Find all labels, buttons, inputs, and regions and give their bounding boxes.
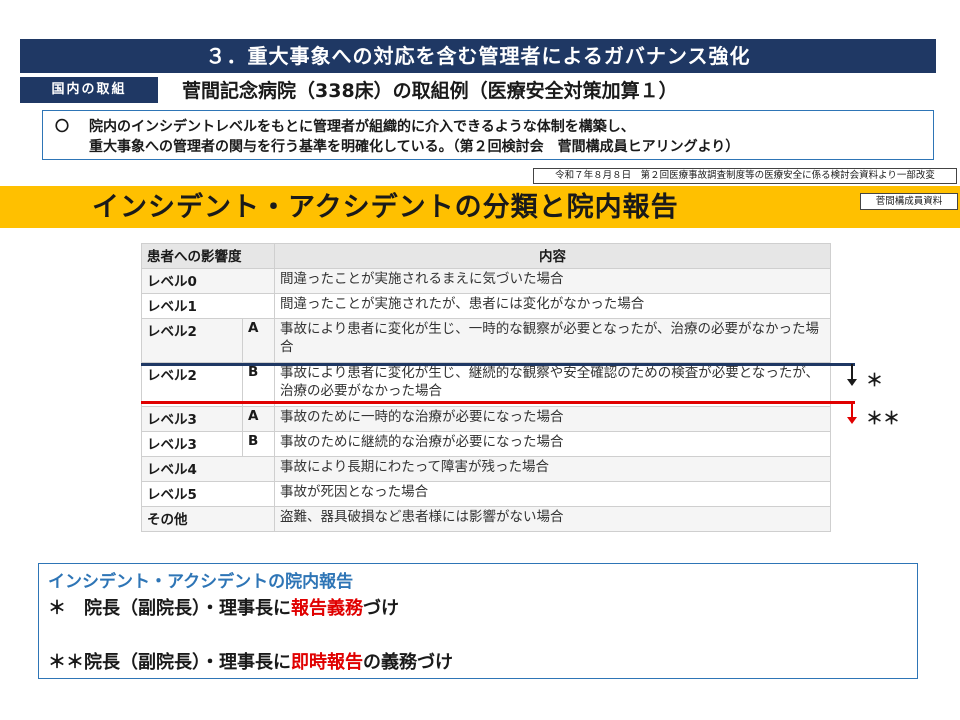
report-line-2-prefix: ＊＊院長（副院長）・理事長に xyxy=(48,652,291,673)
level-cell: レベル2 xyxy=(141,362,243,407)
band-title: インシデント・アクシデントの分類と院内報告 xyxy=(92,192,679,223)
example-heading: 菅間記念病院（338床）の取組例（医療安全対策加算１） xyxy=(182,80,678,102)
summary-bullet: 〇 xyxy=(55,119,69,135)
report-line-1-emphasis: 報告義務 xyxy=(291,598,363,619)
sublevel-cell: A xyxy=(242,406,275,432)
content-cell: 事故により患者に変化が生じ、継続的な観察や安全確認のための検査が必要となったが、… xyxy=(274,362,831,407)
content-cell: 間違ったことが実施されたが、患者には変化がなかった場合 xyxy=(274,293,831,319)
report-line-1: ＊ 院長（副院長）・理事長に報告義務づけ xyxy=(48,594,399,620)
content-cell: 盗難、器具破損など患者様には影響がない場合 xyxy=(274,506,831,532)
table-row: レベル0 間違ったことが実施されるまえに気づいた場合 xyxy=(141,268,831,294)
report-line-2-emphasis: 即時報告 xyxy=(291,652,363,673)
content-cell: 事故により長期にわたって障害が残った場合 xyxy=(274,456,831,482)
section-title-bar: ３．重大事象への対応を含む管理者によるガバナンス強化 xyxy=(20,39,936,73)
summary-line-1: 院内のインシデントレベルをもとに管理者が組織的に介入できるような体制を構築し、 xyxy=(89,119,635,135)
header-content: 内容 xyxy=(274,243,831,269)
content-cell: 事故のために一時的な治療が必要になった場合 xyxy=(274,406,831,432)
table-row: レベル5 事故が死因となった場合 xyxy=(141,481,831,507)
table-row: レベル2 B 事故により患者に変化が生じ、継続的な観察や安全確認のための検査が必… xyxy=(141,362,831,407)
section-title: ３．重大事象への対応を含む管理者によるガバナンス強化 xyxy=(205,44,751,68)
summary-box: 〇 院内のインシデントレベルをもとに管理者が組織的に介入できるような体制を構築し… xyxy=(42,110,934,160)
level-cell: レベル4 xyxy=(141,456,275,482)
sublevel-cell: B xyxy=(242,362,275,407)
report-title: インシデント・アクシデントの院内報告 xyxy=(48,572,354,592)
arrow-down-icon xyxy=(847,364,857,386)
level-cell: その他 xyxy=(141,506,275,532)
internal-report-box: インシデント・アクシデントの院内報告 ＊ 院長（副院長）・理事長に報告義務づけ … xyxy=(38,563,918,679)
table-row: レベル2 A 事故により患者に変化が生じ、一時的な観察が必要となったが、治療の必… xyxy=(141,318,831,363)
level-cell: レベル5 xyxy=(141,481,275,507)
content-cell: 事故が死因となった場合 xyxy=(274,481,831,507)
sublevel-cell: B xyxy=(242,431,275,457)
table-row: レベル3 B 事故のために継続的な治療が必要になった場合 xyxy=(141,431,831,457)
content-cell: 事故により患者に変化が生じ、一時的な観察が必要となったが、治療の必要がなかった場… xyxy=(274,318,831,363)
table-header-row: 患者への影響度 内容 xyxy=(141,243,831,269)
content-cell: 事故のために継続的な治療が必要になった場合 xyxy=(274,431,831,457)
level-cell: レベル1 xyxy=(141,293,275,319)
header-impact: 患者への影響度 xyxy=(141,243,275,269)
report-threshold-line xyxy=(141,363,855,366)
table-row: レベル4 事故により長期にわたって障害が残った場合 xyxy=(141,456,831,482)
level-cell: レベル3 xyxy=(141,431,243,457)
single-asterisk-marker: ＊ xyxy=(866,371,883,391)
source-note: 令和７年８月８日 第２回医療事故調査制度等の医療安全に係る検討会資料より一部改変 xyxy=(533,168,957,184)
table-row: レベル1 間違ったことが実施されたが、患者には変化がなかった場合 xyxy=(141,293,831,319)
double-asterisk-marker: ＊＊ xyxy=(866,409,900,429)
table-row: その他 盗難、器具破損など患者様には影響がない場合 xyxy=(141,506,831,532)
level-cell: レベル3 xyxy=(141,406,243,432)
arrow-down-icon xyxy=(847,402,857,424)
report-line-1-suffix: づけ xyxy=(363,598,399,619)
level-cell: レベル2 xyxy=(141,318,243,363)
table-row: レベル3 A 事故のために一時的な治療が必要になった場合 xyxy=(141,406,831,432)
level-cell: レベル0 xyxy=(141,268,275,294)
sublevel-cell: A xyxy=(242,318,275,363)
material-label: 菅間構成員資料 xyxy=(860,193,958,210)
report-line-2-suffix: の義務づけ xyxy=(363,652,453,673)
content-cell: 間違ったことが実施されるまえに気づいた場合 xyxy=(274,268,831,294)
summary-line-2: 重大事象への管理者の関与を行う基準を明確化している。（第２回検討会 菅間構成員ヒ… xyxy=(89,139,740,155)
report-line-2: ＊＊院長（副院長）・理事長に即時報告の義務づけ xyxy=(48,648,453,674)
immediate-report-threshold-line xyxy=(141,401,855,404)
report-line-1-prefix: ＊ 院長（副院長）・理事長に xyxy=(48,598,291,619)
incident-level-table: 患者への影響度 内容 レベル0 間違ったことが実施されるまえに気づいた場合 レベ… xyxy=(141,243,831,532)
domestic-initiative-badge: 国内の取組 xyxy=(20,77,158,103)
